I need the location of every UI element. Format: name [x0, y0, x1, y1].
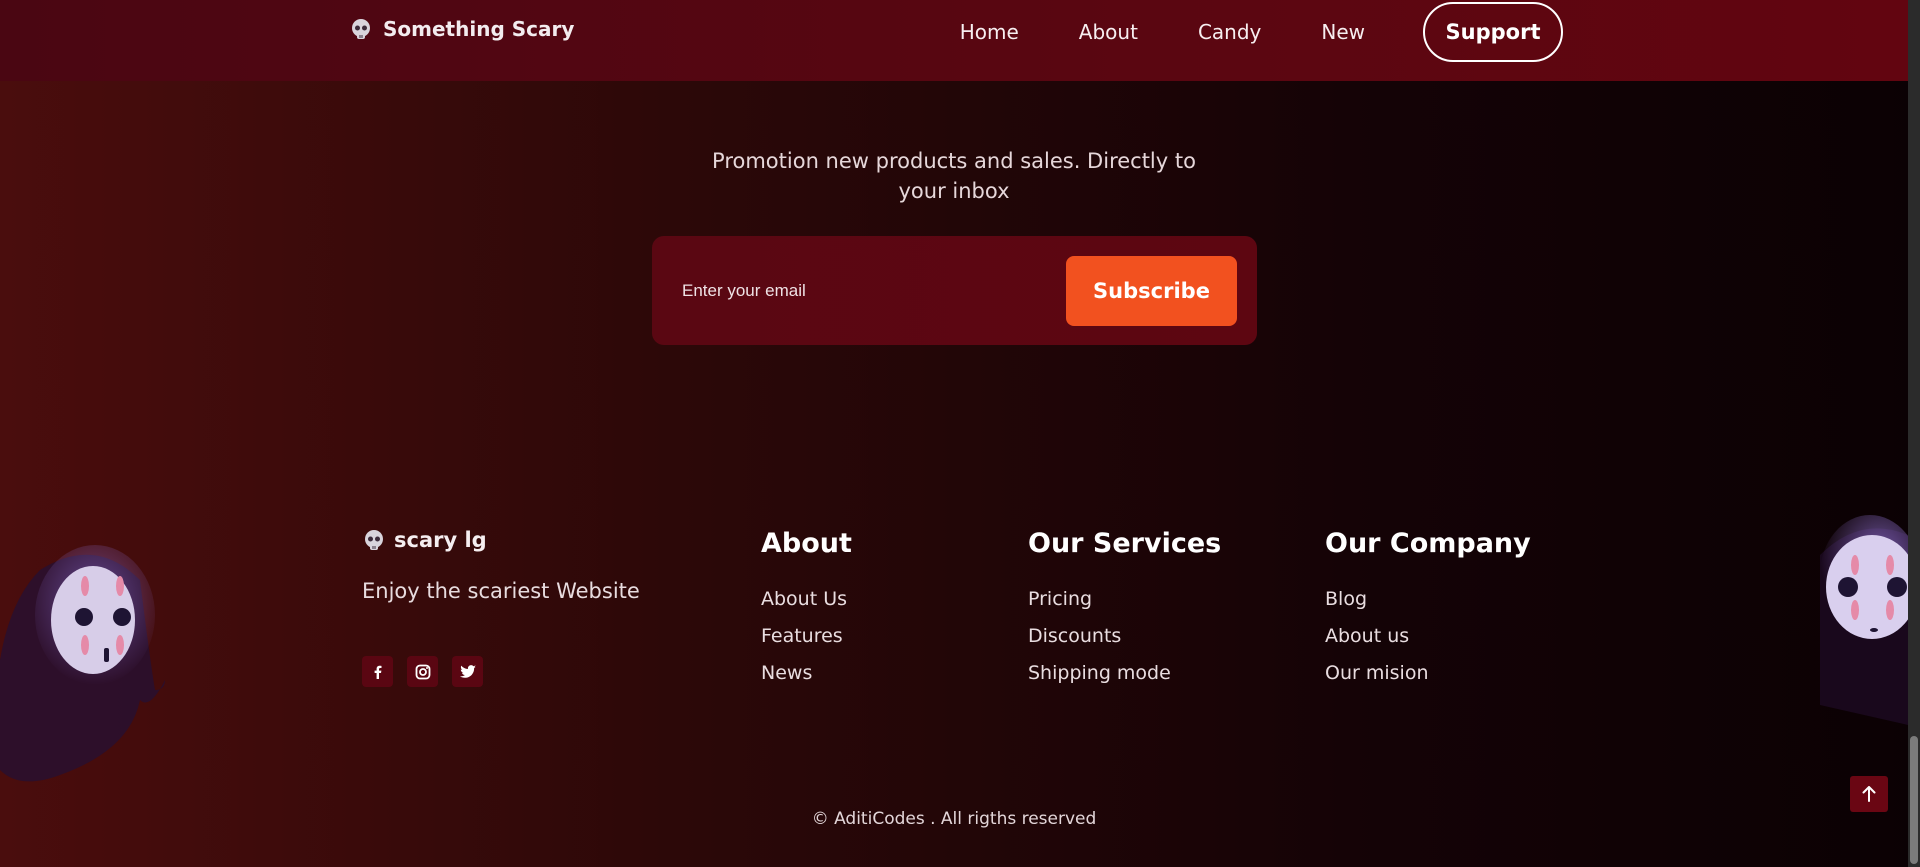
footer-link-blog[interactable]: Blog: [1325, 588, 1531, 625]
nav-link-new[interactable]: New: [1321, 20, 1365, 44]
top-navbar: Something Scary Home About Candy New Sup…: [0, 0, 1908, 81]
scroll-to-top-button[interactable]: [1850, 776, 1888, 812]
brand[interactable]: Something Scary: [349, 17, 574, 41]
footer-link-about-us[interactable]: About Us: [761, 588, 852, 625]
footer-link-our-mision[interactable]: Our mision: [1325, 662, 1531, 699]
footer-tagline: Enjoy the scariest Website: [362, 579, 640, 603]
footer-column-title: Our Company: [1325, 528, 1531, 559]
ghost-left-icon: [0, 545, 165, 782]
arrow-up-icon: [1862, 786, 1876, 802]
nav-link-candy[interactable]: Candy: [1198, 20, 1261, 44]
footer-column-title: About: [761, 528, 852, 559]
footer-brand-name: scary lg: [394, 528, 487, 552]
footer-brand[interactable]: scary lg: [362, 528, 487, 552]
scrollbar-thumb[interactable]: [1910, 736, 1918, 864]
skull-icon: [352, 19, 370, 39]
footer-column-services: Our Services Pricing Discounts Shipping …: [1028, 528, 1221, 699]
footer-link-shipping-mode[interactable]: Shipping mode: [1028, 662, 1221, 699]
ghost-right-icon: [1820, 515, 1908, 725]
twitter-icon: [459, 664, 476, 678]
footer-column-title: Our Services: [1028, 528, 1222, 559]
page-scrollbar[interactable]: [1908, 0, 1920, 867]
instagram-icon: [415, 664, 430, 679]
footer-column-company: Our Company Blog About us Our mision: [1325, 528, 1531, 699]
nav-link-about[interactable]: About: [1079, 20, 1138, 44]
skull-icon: [365, 530, 383, 550]
copyright-text: © AditiCodes . All rigths reserved: [811, 809, 1097, 829]
promo-text: Promotion new products and sales. Direct…: [712, 149, 1196, 203]
social-links: [362, 656, 483, 687]
brand-name: Something Scary: [383, 17, 575, 41]
footer-column-about: About About Us Features News: [761, 528, 852, 699]
facebook-icon: [374, 665, 381, 679]
subscribe-form: Subscribe: [652, 236, 1257, 345]
facebook-button[interactable]: [362, 656, 393, 687]
footer-link-news[interactable]: News: [761, 662, 852, 699]
footer-link-features[interactable]: Features: [761, 625, 852, 662]
email-input[interactable]: [680, 268, 1044, 314]
nav-link-home[interactable]: Home: [960, 20, 1019, 44]
twitter-button[interactable]: [452, 656, 483, 687]
subscribe-button[interactable]: Subscribe: [1066, 256, 1237, 326]
footer-link-pricing[interactable]: Pricing: [1028, 588, 1221, 625]
footer-link-discounts[interactable]: Discounts: [1028, 625, 1221, 662]
support-button[interactable]: Support: [1423, 2, 1563, 62]
footer-link-about-us-company[interactable]: About us: [1325, 625, 1531, 662]
instagram-button[interactable]: [407, 656, 438, 687]
nav-links: Home About Candy New Support: [960, 0, 1563, 64]
